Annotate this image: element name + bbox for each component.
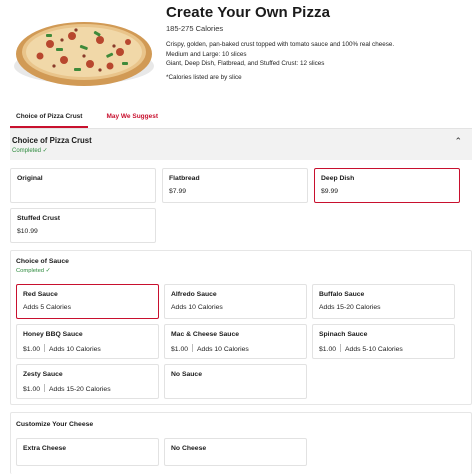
sauce-section-title: Choice of Sauce bbox=[16, 258, 69, 265]
sauce-option-alfredo-sauce[interactable]: Alfredo Sauce Adds 10 Calories bbox=[164, 284, 307, 319]
option-price: $7.99 bbox=[169, 188, 187, 195]
divider bbox=[44, 384, 46, 392]
option-calories: Adds 5-10 Calories bbox=[345, 346, 403, 353]
option-calories: Adds 5 Calories bbox=[23, 304, 71, 311]
description-line: Medium and Large: 10 slices bbox=[166, 50, 247, 58]
sauce-option-buffalo-sauce[interactable]: Buffalo Sauce Adds 15-20 Calories bbox=[312, 284, 455, 319]
option-calories: Adds 15-20 Calories bbox=[319, 304, 381, 311]
sauce-option-red-sauce[interactable]: Red Sauce Adds 5 Calories bbox=[16, 284, 159, 319]
chevron-up-icon[interactable]: ⌃ bbox=[454, 136, 462, 147]
option-price: $1.00 bbox=[23, 346, 41, 353]
option-name: No Sauce bbox=[171, 371, 202, 378]
completed-status: Completed ✓ bbox=[16, 268, 51, 274]
product-hero: Create Your Own Pizza 185-275 Calories C… bbox=[0, 0, 474, 100]
pizza-image bbox=[14, 22, 154, 86]
cheese-option-no-cheese[interactable]: No Cheese bbox=[164, 438, 307, 466]
description-line: Crispy, golden, pan-baked crust topped w… bbox=[166, 41, 395, 48]
option-name: Zesty Sauce bbox=[23, 371, 63, 378]
sauce-option-honey-bbq-sauce[interactable]: Honey BBQ Sauce $1.00 Adds 10 Calories bbox=[16, 324, 159, 359]
option-name: Mac & Cheese Sauce bbox=[171, 331, 240, 338]
cheese-option-extra-cheese[interactable]: Extra Cheese bbox=[16, 438, 159, 466]
option-name: Spinach Sauce bbox=[319, 331, 368, 338]
option-price: $1.00 bbox=[319, 346, 337, 353]
calorie-range: 185-275 Calories bbox=[166, 24, 224, 33]
divider bbox=[44, 344, 46, 352]
option-name: Extra Cheese bbox=[23, 445, 67, 452]
sauce-option-no-sauce[interactable]: No Sauce bbox=[164, 364, 307, 399]
option-price: $1.00 bbox=[171, 346, 189, 353]
option-price: $9.99 bbox=[321, 188, 339, 195]
option-name: Deep Dish bbox=[321, 175, 355, 182]
description-line: Giant, Deep Dish, Flatbread, and Stuffed… bbox=[166, 60, 325, 67]
tab-may-we-suggest[interactable]: May We Suggest bbox=[100, 112, 164, 128]
option-price-calories: $1.00 Adds 10 Calories bbox=[171, 344, 249, 353]
option-name: Honey BBQ Sauce bbox=[23, 331, 83, 338]
option-name: Red Sauce bbox=[23, 291, 58, 298]
sauce-option-spinach-sauce[interactable]: Spinach Sauce $1.00 Adds 5-10 Calories bbox=[312, 324, 455, 359]
calorie-note: *Calories listed are by slice bbox=[166, 74, 242, 81]
tab-choice-of-pizza-crust[interactable]: Choice of Pizza Crust bbox=[10, 112, 89, 128]
option-name: Alfredo Sauce bbox=[171, 291, 217, 298]
option-price-calories: $1.00 Adds 10 Calories bbox=[23, 344, 101, 353]
option-price: $10.99 bbox=[17, 228, 38, 235]
option-name: No Cheese bbox=[171, 445, 207, 452]
option-name: Buffalo Sauce bbox=[319, 291, 365, 298]
option-price: $1.00 bbox=[23, 386, 41, 393]
option-name: Stuffed Crust bbox=[17, 215, 61, 222]
option-price-calories: $1.00 Adds 15-20 Calories bbox=[23, 384, 111, 393]
section-tabs: Choice of Pizza Crust May We Suggest bbox=[10, 112, 164, 128]
option-calories: Adds 15-20 Calories bbox=[49, 386, 111, 393]
page-title: Create Your Own Pizza bbox=[166, 4, 331, 21]
crust-option-original[interactable]: Original bbox=[10, 168, 156, 203]
option-calories: Adds 10 Calories bbox=[171, 304, 223, 311]
section-title: Choice of Pizza Crust bbox=[12, 136, 92, 145]
option-name: Flatbread bbox=[169, 175, 200, 182]
option-name: Original bbox=[17, 175, 43, 182]
crust-option-flatbread[interactable]: Flatbread $7.99 bbox=[162, 168, 308, 203]
crust-option-deep-dish[interactable]: Deep Dish $9.99 bbox=[314, 168, 460, 203]
crust-section-header[interactable]: Choice of Pizza Crust Completed ✓ ⌃ bbox=[10, 128, 472, 160]
completed-status: Completed ✓ bbox=[12, 148, 48, 154]
divider bbox=[192, 344, 194, 352]
sauce-option-mac-cheese-sauce[interactable]: Mac & Cheese Sauce $1.00 Adds 10 Calories bbox=[164, 324, 307, 359]
option-calories: Adds 10 Calories bbox=[197, 346, 249, 353]
cheese-section-title: Customize Your Cheese bbox=[16, 421, 94, 428]
crust-option-stuffed-crust[interactable]: Stuffed Crust $10.99 bbox=[10, 208, 156, 243]
option-price-calories: $1.00 Adds 5-10 Calories bbox=[319, 344, 403, 353]
sauce-option-zesty-sauce[interactable]: Zesty Sauce $1.00 Adds 15-20 Calories bbox=[16, 364, 159, 399]
product-description: Crispy, golden, pan-baked crust topped w… bbox=[166, 40, 466, 69]
divider bbox=[340, 344, 342, 352]
option-calories: Adds 10 Calories bbox=[49, 346, 101, 353]
